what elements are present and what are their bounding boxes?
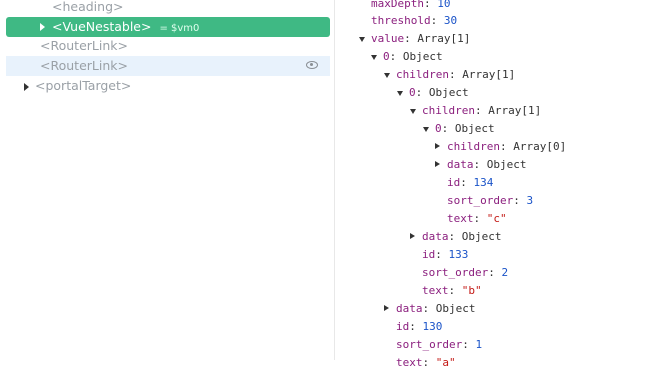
prop-row: id: 133: [422, 248, 469, 261]
tree-node-label: <RouterLink>: [40, 58, 128, 73]
prop-row: sort_order: 1: [396, 338, 483, 351]
prop-row-expandable[interactable]: children: Array[1]: [410, 102, 541, 120]
tree-node-portaltarget[interactable]: <portalTarget>: [24, 76, 131, 96]
expand-arrow-icon[interactable]: [384, 305, 389, 311]
prop-row-expandable[interactable]: children: Array[0]: [435, 138, 566, 156]
prop-row: text: "c": [447, 212, 507, 225]
prop-row-expandable[interactable]: 0: Object: [397, 84, 469, 102]
expand-arrow-icon[interactable]: [435, 143, 440, 149]
state-inspector-panel: maxDepth: 10 threshold: 30 value: Array[…: [336, 0, 650, 369]
tree-node-routerlink-hovered[interactable]: <RouterLink>: [6, 56, 330, 76]
tree-node-label: <heading>: [52, 0, 124, 14]
tree-node-heading[interactable]: <heading>: [52, 0, 123, 17]
collapse-arrow-icon[interactable]: [371, 55, 377, 60]
prop-row: id: 134: [447, 176, 494, 189]
tree-node-label: <RouterLink>: [40, 38, 128, 53]
prop-row: sort_order: 2: [422, 266, 509, 279]
collapse-arrow-icon[interactable]: [359, 37, 365, 42]
tree-node-label: <VueNestable>: [52, 19, 152, 34]
tree-node-vuenestable[interactable]: <VueNestable> = $vm0: [6, 17, 330, 37]
expand-arrow-icon[interactable]: [410, 233, 415, 239]
prop-row-expandable[interactable]: 0: Object: [371, 48, 443, 66]
expand-arrow-icon[interactable]: [24, 82, 29, 91]
tree-node-routerlink[interactable]: <RouterLink>: [40, 36, 128, 56]
prop-row-expandable[interactable]: data: Object: [435, 156, 527, 174]
prop-row: text: "b": [422, 284, 482, 297]
tree-node-label: <portalTarget>: [35, 78, 132, 93]
prop-row-expandable[interactable]: 0: Object: [423, 120, 495, 138]
expand-arrow-icon[interactable]: [40, 23, 45, 31]
component-tree-panel: <heading> <VueNestable> = $vm0 <RouterLi…: [0, 0, 335, 360]
expand-arrow-icon[interactable]: [435, 161, 440, 167]
prop-row-expandable[interactable]: data: Object: [410, 228, 502, 246]
prop-row: text: "a": [396, 356, 456, 369]
eye-icon[interactable]: [306, 61, 318, 69]
collapse-arrow-icon[interactable]: [423, 127, 429, 132]
prop-row-expandable[interactable]: children: Array[1]: [384, 66, 515, 84]
prop-row: sort_order: 3: [447, 194, 534, 207]
prop-row-expandable[interactable]: data: Object: [384, 300, 476, 318]
prop-row: id: 130: [396, 320, 443, 333]
collapse-arrow-icon[interactable]: [397, 91, 403, 96]
collapse-arrow-icon[interactable]: [384, 73, 390, 78]
prop-row: threshold: 30: [371, 14, 458, 27]
prop-row-expandable[interactable]: value: Array[1]: [359, 30, 470, 48]
collapse-arrow-icon[interactable]: [410, 109, 416, 114]
vm-reference-tag: = $vm0: [159, 23, 200, 34]
